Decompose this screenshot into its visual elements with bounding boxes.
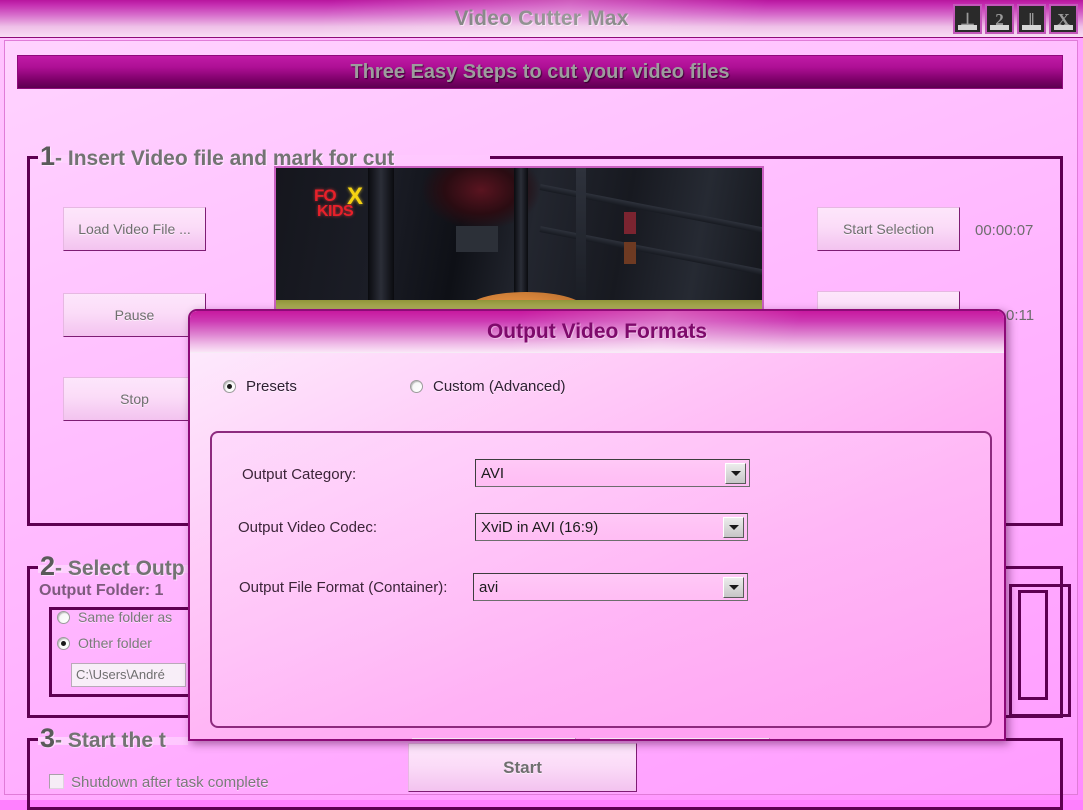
step3-legend: 3- Start the t	[40, 723, 172, 754]
same-folder-label: Same folder as	[78, 609, 173, 625]
dialog-title: Output Video Formats	[486, 319, 708, 343]
window-title: Video Cutter Max	[454, 7, 629, 30]
output-video-codec-value: XviD in AVI (16:9)	[481, 518, 599, 536]
other-folder-radio[interactable]	[57, 637, 70, 650]
custom-advanced-label: Custom (Advanced)	[433, 378, 566, 395]
step3-legend-text: - Start the t	[55, 729, 166, 752]
maximize-icon: ‖	[1028, 9, 1035, 29]
load-video-file-label: Load Video File ...	[78, 221, 191, 237]
end-selection-time: 0:11	[1006, 307, 1035, 324]
output-category-label: Output Category:	[242, 466, 357, 483]
fox-kids-logo: FO X KIDS	[314, 183, 374, 226]
title-bar: Video Cutter Max ⊥ 2 ‖ X	[0, 0, 1083, 38]
dialog-title-bar: Output Video Formats	[190, 311, 1004, 353]
client-area: Three Easy Steps to cut your video files…	[4, 40, 1078, 810]
presets-panel: Output Category: AVI Output Video Codec:…	[210, 431, 992, 728]
shutdown-checkbox[interactable]	[49, 774, 64, 789]
restore-button[interactable]: 2	[985, 4, 1014, 34]
maximize-button[interactable]: ‖	[1017, 4, 1046, 34]
header-banner: Three Easy Steps to cut your video files	[17, 55, 1063, 89]
start-selection-time: 00:00:07	[975, 222, 1034, 239]
step2-legend: 2- Select Outp	[40, 551, 191, 582]
kids-logo-text: KIDS	[317, 203, 354, 220]
start-task-button[interactable]: Start	[408, 743, 637, 792]
minimize-button[interactable]: ⊥	[953, 4, 982, 34]
start-task-label: Start	[503, 757, 542, 777]
video-frame: FO X KIDS	[276, 168, 762, 322]
chevron-down-icon[interactable]	[723, 516, 744, 538]
shutdown-label: Shutdown after task complete	[71, 774, 269, 791]
step3-number: 3	[40, 723, 56, 753]
output-video-codec-label: Output Video Codec:	[238, 519, 377, 536]
same-folder-radio[interactable]	[57, 611, 70, 624]
output-file-format-label: Output File Format (Container):	[239, 579, 448, 596]
output-video-codec-combo[interactable]: XviD in AVI (16:9)	[475, 513, 748, 541]
start-selection-button[interactable]: Start Selection	[817, 207, 960, 251]
stop-button[interactable]: Stop	[63, 377, 206, 421]
minimize-icon: ⊥	[960, 9, 975, 29]
custom-advanced-radio[interactable]	[410, 380, 423, 393]
stop-label: Stop	[120, 391, 149, 407]
output-video-formats-dialog: Output Video Formats Presets Custom (Adv…	[188, 309, 1006, 741]
close-icon: X	[1057, 9, 1070, 29]
step2-right-subgroup-inner	[1018, 590, 1048, 700]
step1-number: 1	[40, 141, 56, 171]
output-folder-path-input[interactable]: C:\Users\André	[71, 663, 186, 687]
restore-defaults-button[interactable]: Restore Defaults	[590, 738, 770, 739]
dialog-body: Presets Custom (Advanced) Output Categor…	[190, 353, 1004, 739]
pause-label: Pause	[114, 307, 155, 323]
presets-radio[interactable]	[223, 380, 236, 393]
window-controls: ⊥ 2 ‖ X	[953, 4, 1078, 34]
step2-legend-text: - Select Outp	[55, 557, 185, 580]
load-video-file-button[interactable]: Load Video File ...	[63, 207, 206, 251]
step2-number: 2	[40, 551, 56, 581]
output-file-format-value: avi	[479, 578, 499, 596]
chevron-down-icon[interactable]	[723, 576, 744, 598]
close-button[interactable]: X	[1049, 4, 1078, 34]
presets-label: Presets	[246, 378, 297, 395]
output-category-combo[interactable]: AVI	[475, 459, 750, 487]
output-file-format-combo[interactable]: avi	[473, 573, 748, 601]
other-folder-label: Other folder	[78, 635, 152, 651]
chevron-down-icon[interactable]	[725, 462, 746, 484]
pause-button[interactable]: Pause	[63, 293, 206, 337]
banner-text: Three Easy Steps to cut your video files	[350, 60, 730, 83]
save-and-close-button[interactable]: Save & Close	[412, 738, 576, 739]
output-category-value: AVI	[481, 464, 505, 482]
video-preview[interactable]: FO X KIDS	[274, 166, 764, 324]
restore-icon: 2	[995, 9, 1004, 29]
application-window: Video Cutter Max ⊥ 2 ‖ X Three Easy Step…	[0, 0, 1083, 810]
output-folder-label: Output Folder: 1	[39, 582, 164, 599]
start-selection-label: Start Selection	[842, 221, 935, 237]
